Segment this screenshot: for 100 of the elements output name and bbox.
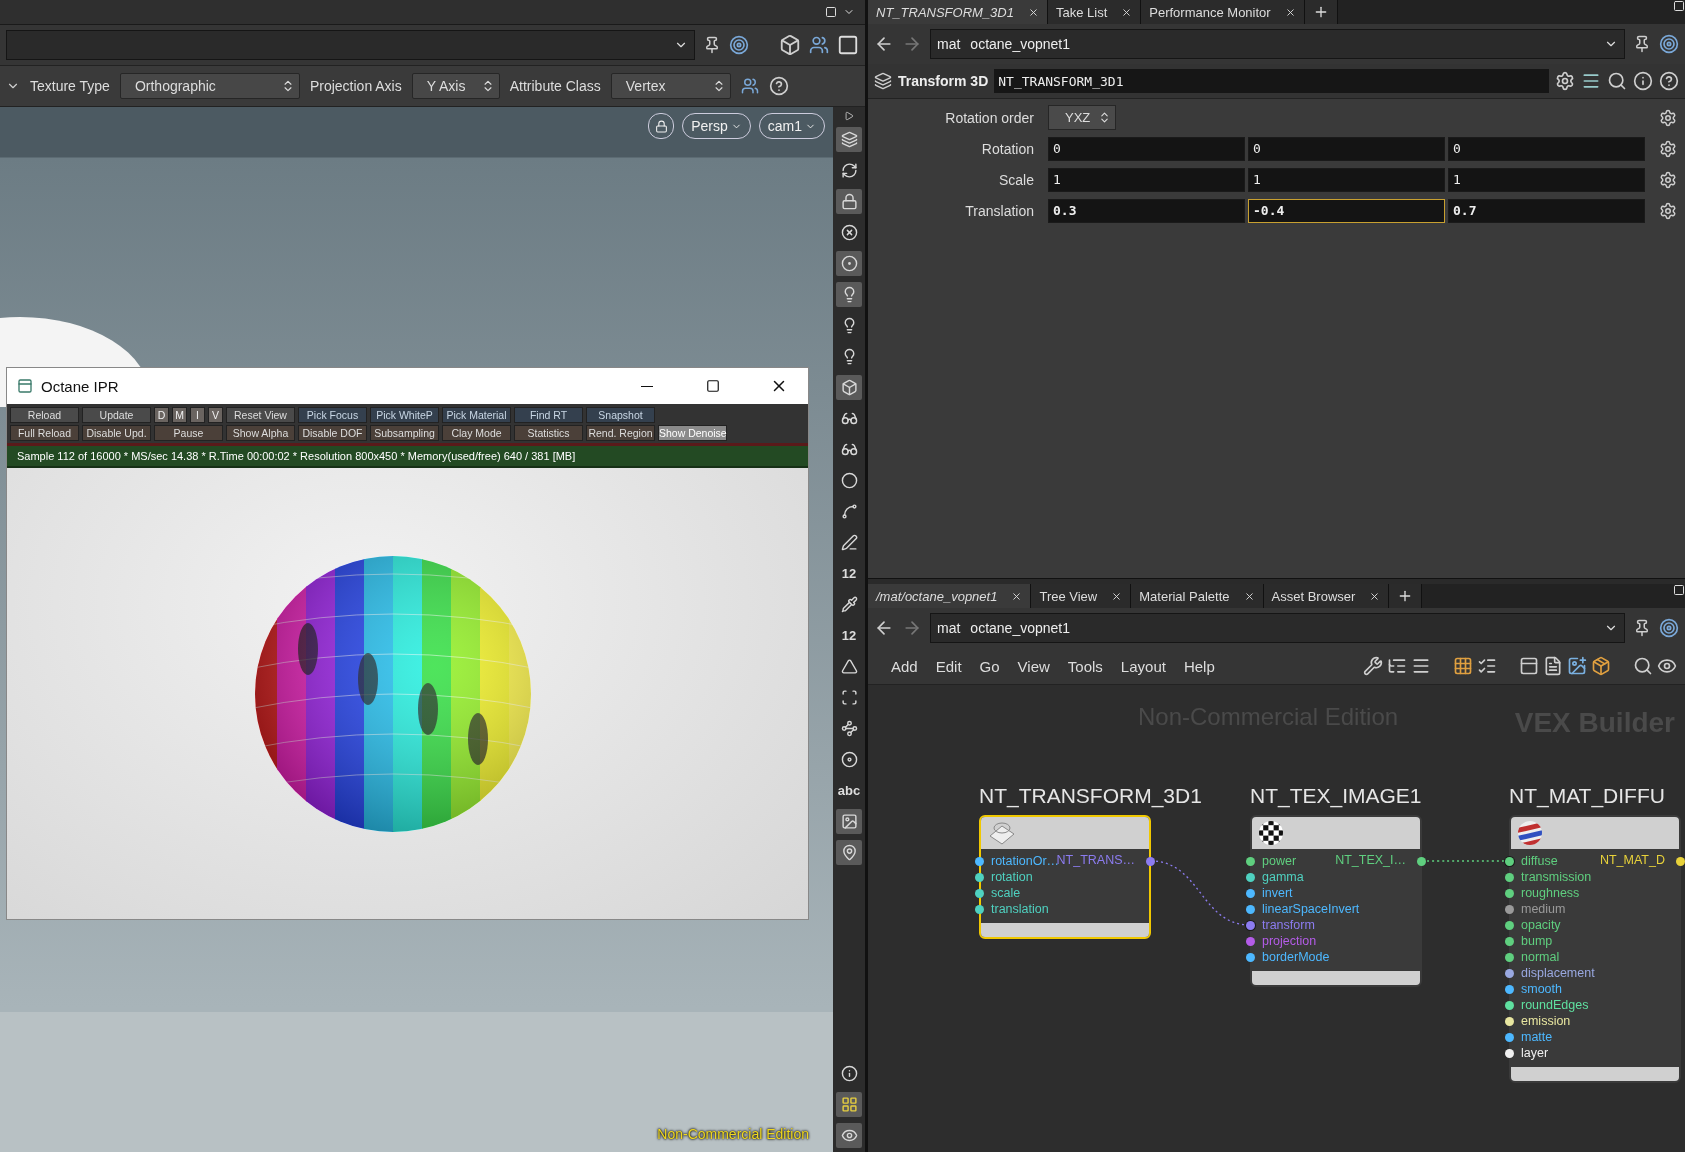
menu-item[interactable]: Go — [972, 657, 1007, 675]
input-port[interactable] — [1246, 873, 1255, 882]
network-canvas[interactable] — [868, 685, 1685, 1152]
toolbar-menu[interactable]: Y Axis — [411, 73, 500, 99]
output-port[interactable] — [1676, 857, 1685, 866]
input-port[interactable] — [975, 905, 984, 914]
cube-icon[interactable] — [779, 34, 801, 56]
grid-plane-icon[interactable] — [836, 127, 862, 152]
input-port[interactable] — [1246, 857, 1255, 866]
pin-icon[interactable] — [1633, 35, 1651, 53]
input-port[interactable] — [1505, 921, 1514, 930]
target-icon[interactable] — [1659, 34, 1679, 54]
render-button[interactable]: Full Reload — [10, 425, 79, 441]
search-icon[interactable] — [1633, 656, 1653, 676]
path-crumb[interactable]: octane_vopnet1 — [970, 36, 1070, 52]
light-bulb-icon[interactable] — [836, 282, 862, 307]
render-button[interactable]: V — [208, 407, 223, 423]
pane-tab[interactable]: /mat/octane_vopnet1 — [868, 584, 1032, 608]
path-field[interactable]: mat octane_vopnet1 — [930, 29, 1625, 59]
path-field[interactable]: mat octane_vopnet1 — [930, 613, 1625, 643]
render-button[interactable]: Reload — [10, 407, 79, 423]
color-grid-icon[interactable] — [1453, 656, 1473, 676]
lock-icon[interactable] — [648, 113, 675, 139]
tool-label[interactable]: 12 — [841, 623, 857, 648]
pane-tab[interactable]: Material Palette — [1131, 584, 1264, 608]
input-port[interactable] — [1505, 1017, 1514, 1026]
cube-icon[interactable] — [836, 375, 862, 400]
package-icon[interactable] — [1591, 656, 1611, 676]
input-port[interactable] — [975, 889, 984, 898]
checklist-icon[interactable] — [1477, 656, 1497, 676]
panel-icon[interactable] — [1519, 656, 1539, 676]
input-port[interactable] — [1246, 953, 1255, 962]
path-field[interactable] — [6, 30, 695, 60]
input-port[interactable] — [1246, 905, 1255, 914]
render-button[interactable]: Snapshot — [586, 407, 655, 423]
input-port[interactable] — [1505, 905, 1514, 914]
input-port[interactable] — [1505, 937, 1514, 946]
number-field[interactable]: 0.3 — [1048, 198, 1245, 223]
render-button[interactable]: Disable Upd. — [82, 425, 151, 441]
viewport[interactable] — [0, 107, 833, 1152]
input-port[interactable] — [1505, 985, 1514, 994]
path-crumb[interactable]: mat — [937, 36, 961, 52]
render-button[interactable]: Pick Focus — [298, 407, 367, 423]
render-button[interactable]: Rend. Region — [586, 425, 655, 441]
note-icon[interactable] — [1543, 656, 1563, 676]
render-button[interactable]: Pause — [154, 425, 223, 441]
pane-menu-icon[interactable] — [825, 6, 837, 18]
menu-item[interactable]: Edit — [928, 657, 969, 675]
target-icon[interactable] — [729, 35, 749, 55]
input-port[interactable] — [1505, 1001, 1514, 1010]
input-port[interactable] — [1246, 921, 1255, 930]
number-field[interactable]: -0.4 — [1248, 198, 1445, 223]
pane-tab[interactable]: Performance Monitor — [1141, 0, 1305, 24]
number-field[interactable]: 1 — [1048, 167, 1245, 192]
pane-tab[interactable]: Tree View — [1031, 584, 1132, 608]
input-port[interactable] — [1505, 873, 1514, 882]
menu-item[interactable]: View — [1010, 657, 1057, 675]
render-button[interactable]: Update — [82, 407, 151, 423]
render-button[interactable]: Pick WhiteP — [370, 407, 439, 423]
input-port[interactable] — [975, 857, 984, 866]
number-field[interactable]: 1 — [1248, 167, 1445, 192]
number-field[interactable]: 1 — [1448, 167, 1645, 192]
lock-icon[interactable] — [836, 189, 862, 214]
add-tab-icon[interactable] — [1389, 584, 1423, 608]
target-icon[interactable] — [1659, 618, 1679, 638]
render-button[interactable]: Statistics — [514, 425, 583, 441]
tree-icon[interactable] — [1387, 656, 1407, 676]
pane-tab[interactable]: Asset Browser — [1263, 584, 1390, 608]
input-port[interactable] — [975, 873, 984, 882]
render-button[interactable]: Clay Mode — [442, 425, 511, 441]
input-port[interactable] — [1505, 889, 1514, 898]
settings-icon[interactable] — [1555, 71, 1575, 91]
node-name-field[interactable]: NT_TRANSFORM_3D1 — [994, 69, 1549, 93]
input-port[interactable] — [1246, 889, 1255, 898]
input-port[interactable] — [1505, 953, 1514, 962]
path-crumb[interactable]: mat — [937, 620, 961, 636]
render-button[interactable]: Show Alpha — [226, 425, 295, 441]
menu-item[interactable]: Help — [1176, 657, 1222, 675]
square-icon[interactable] — [837, 34, 859, 56]
number-field[interactable]: 0 — [1048, 136, 1245, 161]
render-button[interactable]: D — [154, 407, 169, 423]
pin-icon[interactable] — [703, 36, 721, 54]
pane-tab[interactable]: NT_TRANSFORM_3D1 — [868, 0, 1048, 24]
toolbar-menu[interactable]: Orthographic — [119, 73, 300, 99]
grid-icon[interactable] — [836, 1092, 862, 1117]
eye-icon[interactable] — [836, 1123, 862, 1148]
info-icon[interactable] — [1633, 71, 1653, 91]
image-icon[interactable] — [836, 809, 862, 834]
render-window[interactable] — [6, 367, 809, 920]
menu-icon[interactable] — [1581, 71, 1601, 91]
help-icon[interactable] — [768, 76, 789, 96]
add-tab-icon[interactable] — [1304, 0, 1338, 24]
help-icon[interactable] — [1659, 71, 1679, 91]
menu-item[interactable]: Add — [884, 657, 925, 675]
render-button[interactable]: Disable DOF — [298, 425, 367, 441]
toolbar-menu[interactable]: Vertex — [610, 73, 731, 99]
output-port[interactable] — [1146, 857, 1155, 866]
tool-label[interactable]: abc — [837, 778, 861, 803]
menu-item[interactable]: Layout — [1113, 657, 1173, 675]
tool-label[interactable]: 12 — [841, 561, 857, 586]
